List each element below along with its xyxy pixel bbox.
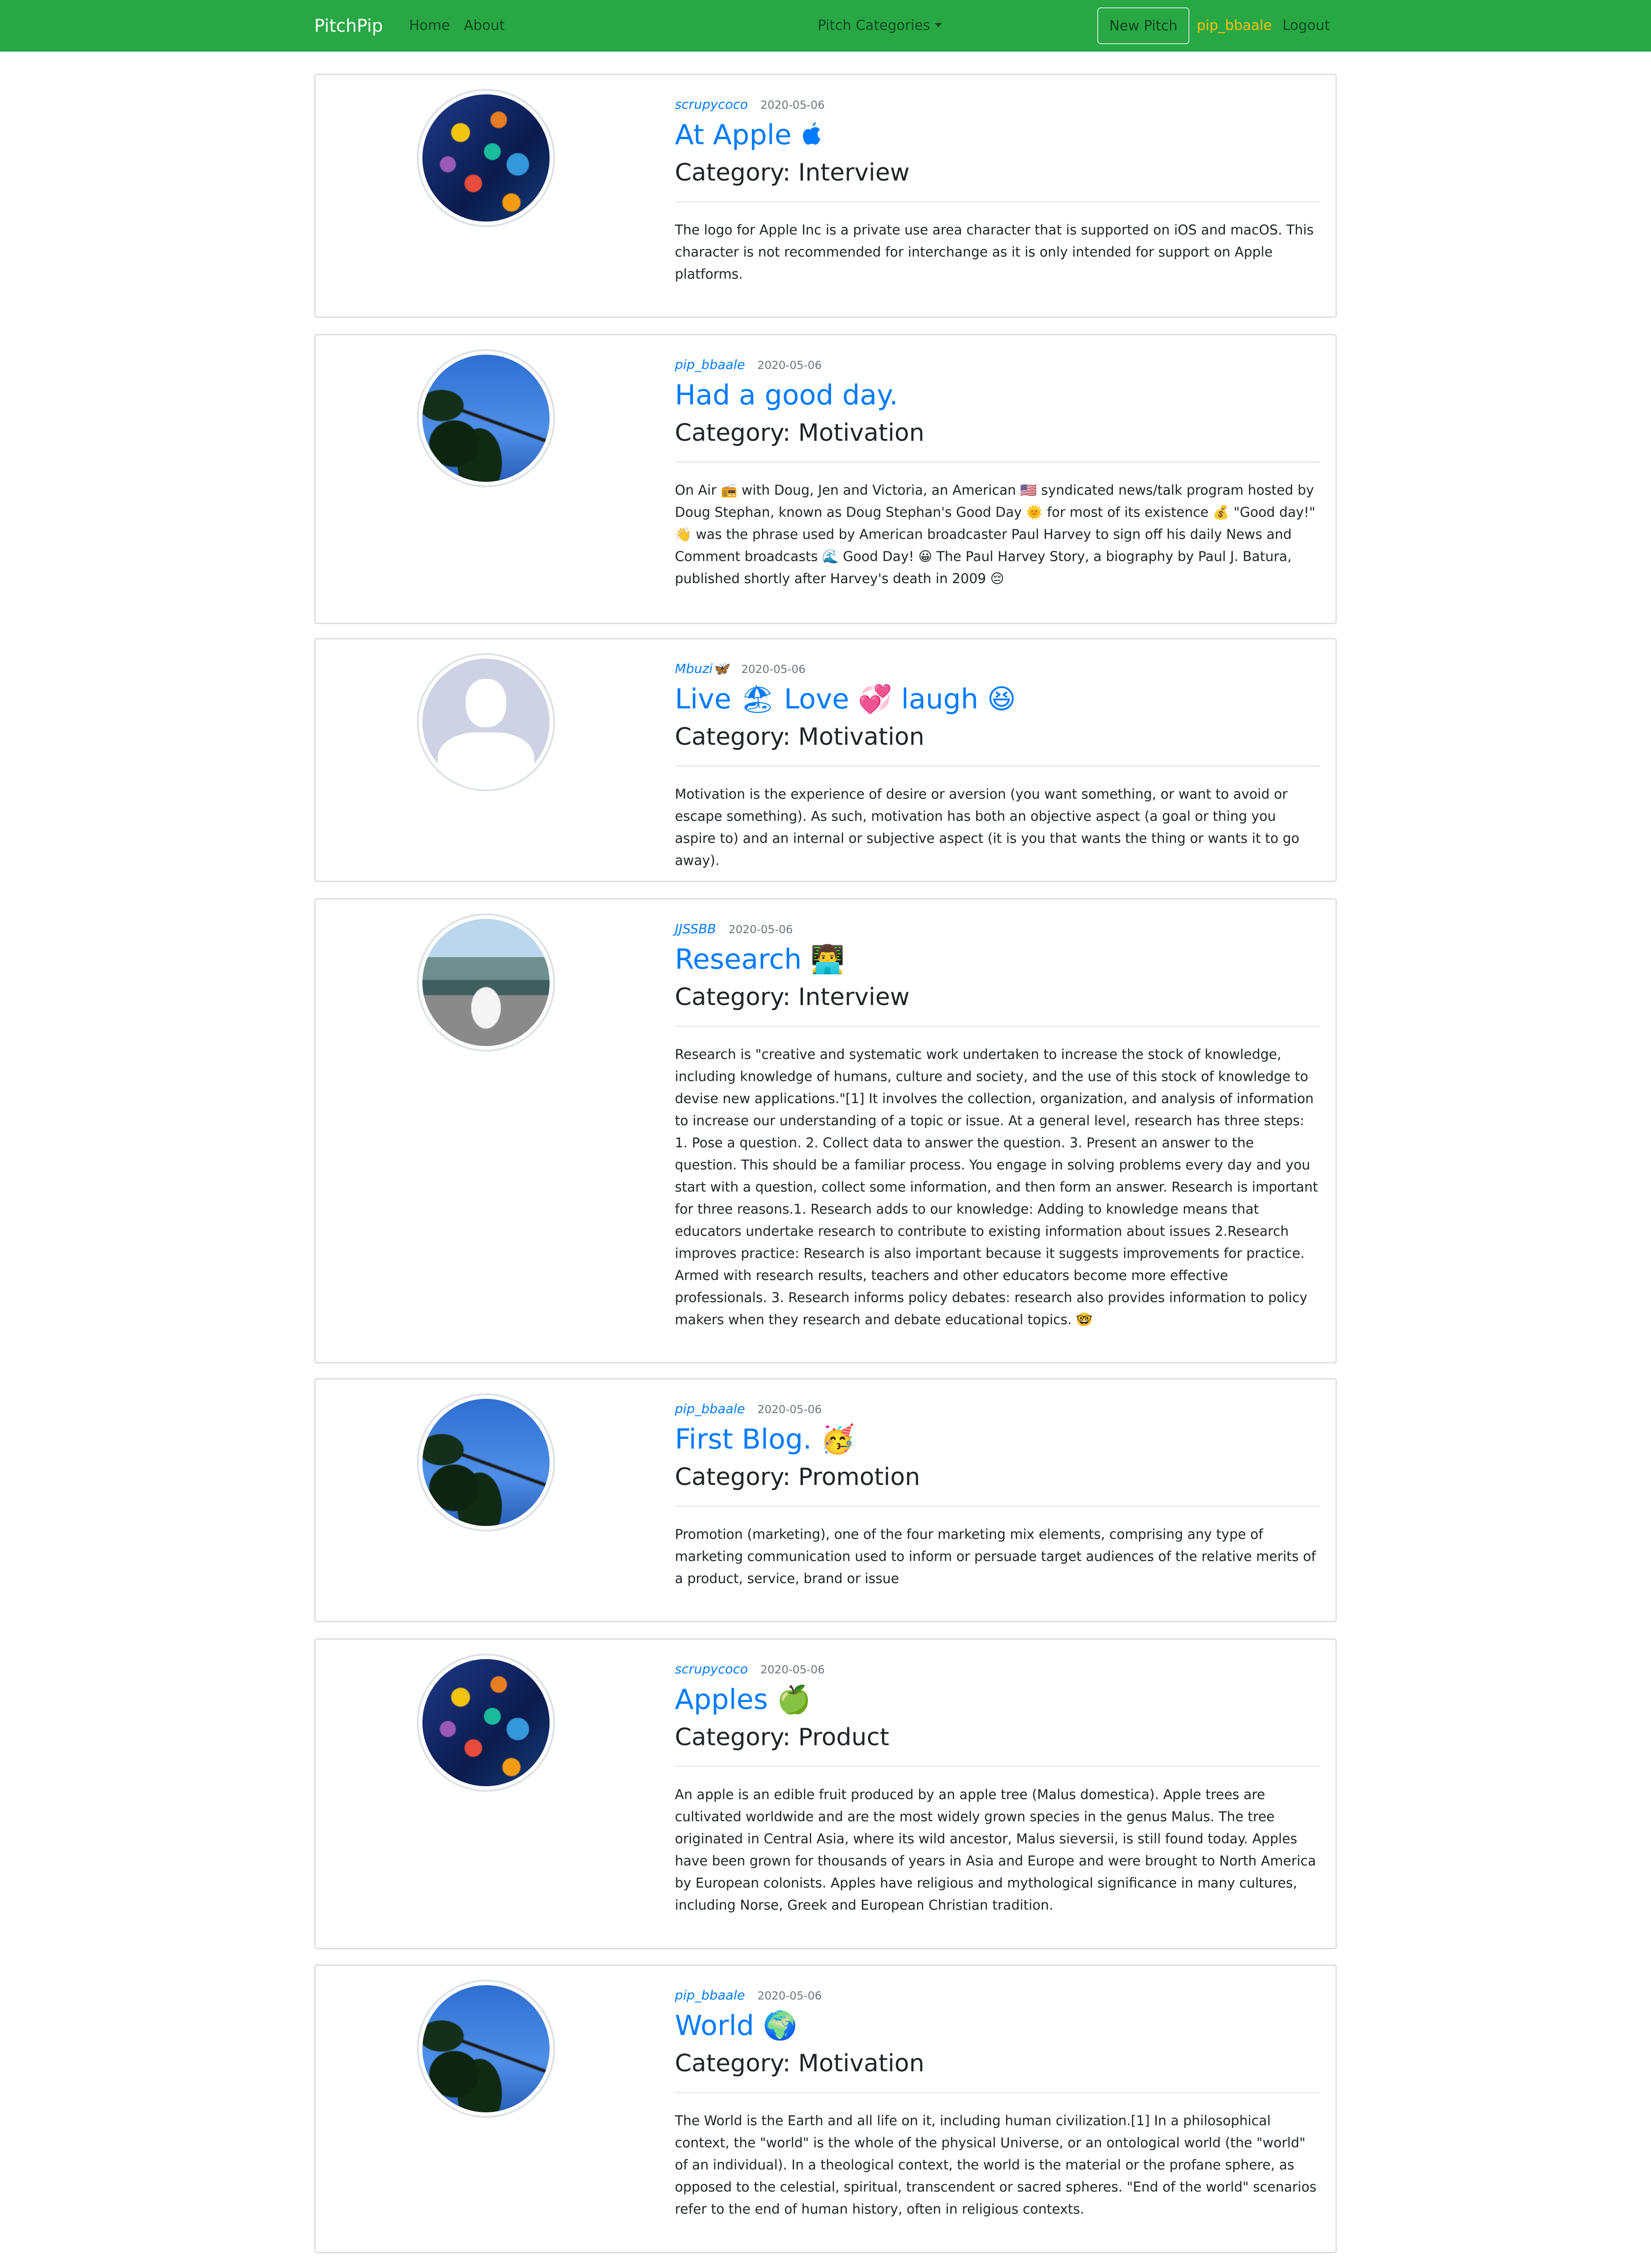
- pitch-date: 2020-05-06: [741, 663, 806, 676]
- apple-logo-icon: [803, 122, 821, 145]
- pitch-body: The World is the Earth and all life on i…: [675, 2113, 1317, 2217]
- pitch-title[interactable]: First Blog. 🥳: [675, 1420, 1320, 1459]
- pitch-card: JJSSBB 2020-05-06 Research 👨‍💻 Category:…: [314, 898, 1337, 1363]
- pitch-title[interactable]: Had a good day.: [675, 376, 1320, 415]
- pitch-category: Category: Interview: [675, 983, 910, 1011]
- pitch-author[interactable]: scrupycoco: [675, 97, 748, 112]
- pitch-title[interactable]: Live 🏖 Love 💞 laugh 😆: [675, 680, 1320, 719]
- avatar: [417, 1654, 555, 1792]
- pitch-author[interactable]: pip_bbaale: [675, 1987, 745, 2003]
- pitch-title[interactable]: Apples 🍏: [675, 1680, 1320, 1719]
- divider: [675, 1026, 1320, 1027]
- pitch-body: Motivation is the experience of desire o…: [675, 786, 1300, 868]
- avatar: [417, 89, 555, 227]
- brand-link[interactable]: PitchPip: [314, 14, 383, 38]
- avatar: [417, 1393, 555, 1531]
- nav-home-link[interactable]: Home: [409, 17, 450, 35]
- pitch-category: Category: Motivation: [675, 723, 925, 751]
- pitch-date: 2020-05-06: [760, 1663, 825, 1676]
- pitch-date: 2020-05-06: [757, 1403, 822, 1416]
- nav-about-link[interactable]: About: [464, 17, 505, 35]
- pitch-categories-dropdown[interactable]: Pitch Categories: [818, 17, 943, 35]
- pitch-card: pip_bbaale 2020-05-06 Had a good day. Ca…: [314, 334, 1337, 624]
- pitch-body: On Air 📻 with Doug, Jen and Victoria, an…: [675, 482, 1316, 586]
- avatar: [417, 1980, 555, 2118]
- pitch-body: Research is "creative and systematic wor…: [675, 1046, 1318, 1327]
- divider: [675, 1506, 1320, 1507]
- pitch-category: Category: Motivation: [675, 2050, 925, 2077]
- pitch-card: scrupycoco 2020-05-06 At Apple Category:…: [314, 74, 1337, 318]
- pitch-card: pip_bbaale 2020-05-06 First Blog. 🥳 Cate…: [314, 1378, 1337, 1622]
- pitch-category: Category: Promotion: [675, 1463, 920, 1491]
- pitch-categories-label: Pitch Categories: [818, 18, 931, 34]
- pitch-body: The logo for Apple Inc is a private use …: [675, 222, 1314, 282]
- avatar: [417, 653, 555, 791]
- divider: [675, 201, 1320, 202]
- pitch-title[interactable]: World 🌍: [675, 2006, 1320, 2045]
- pitch-title[interactable]: At Apple: [675, 116, 1320, 154]
- pitch-author[interactable]: JJSSBB: [675, 921, 716, 936]
- divider: [675, 2092, 1320, 2093]
- pitch-category: Category: Interview: [675, 159, 910, 187]
- pitch-title[interactable]: Research 👨‍💻: [675, 940, 1320, 979]
- pitch-author[interactable]: pip_bbaale: [675, 1401, 745, 1416]
- pitch-date: 2020-05-06: [728, 923, 793, 936]
- pitch-category: Category: Product: [675, 1724, 890, 1751]
- user-profile-link[interactable]: pip_bbaale: [1197, 17, 1272, 35]
- pitch-date: 2020-05-06: [757, 1989, 822, 2002]
- pitch-body: An apple is an edible fruit produced by …: [675, 1787, 1316, 1913]
- pitch-category: Category: Motivation: [675, 419, 925, 447]
- divider: [675, 1766, 1320, 1767]
- navbar: PitchPip Home About Pitch Categories New…: [0, 0, 1651, 52]
- pitch-author[interactable]: Mbuzi🦋: [675, 661, 729, 676]
- pitch-author[interactable]: scrupycoco: [675, 1661, 748, 1677]
- avatar: [417, 913, 555, 1052]
- pitch-author[interactable]: pip_bbaale: [675, 357, 745, 372]
- avatar: [417, 349, 555, 487]
- pitch-date: 2020-05-06: [760, 99, 825, 111]
- new-pitch-button[interactable]: New Pitch: [1097, 7, 1189, 44]
- pitch-card: Mbuzi🦋 2020-05-06 Live 🏖 Love 💞 laugh 😆 …: [314, 638, 1337, 882]
- logout-link[interactable]: Logout: [1282, 17, 1330, 35]
- caret-down-icon: [935, 23, 943, 27]
- pitch-card: pip_bbaale 2020-05-06 World 🌍 Category: …: [314, 1964, 1337, 2253]
- pitch-title-text: At Apple: [675, 119, 792, 151]
- pitch-body: Promotion (marketing), one of the four m…: [675, 1526, 1316, 1586]
- pitch-date: 2020-05-06: [757, 359, 822, 372]
- pitch-card: scrupycoco 2020-05-06 Apples 🍏 Category:…: [314, 1638, 1337, 1949]
